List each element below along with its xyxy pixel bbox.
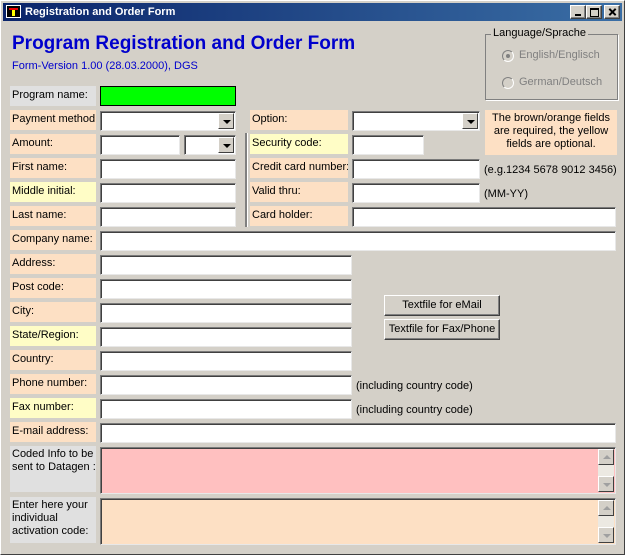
window-title: Registration and Order Form (25, 6, 176, 18)
label-address: Address: (10, 254, 96, 274)
label-fax-number: Fax number: (10, 398, 96, 418)
option-select[interactable] (352, 111, 480, 131)
scroll-down-icon[interactable] (598, 527, 614, 543)
page-title: Program Registration and Order Form (12, 33, 356, 54)
label-security-code: Security code: (250, 134, 348, 154)
radio-dot-icon[interactable] (502, 77, 514, 89)
card-holder-field[interactable] (352, 207, 616, 227)
radio-english-label: English/Englisch (519, 49, 600, 61)
coded-info-scrollbar[interactable] (598, 449, 614, 492)
column-divider (245, 133, 248, 227)
label-phone-number: Phone number: (10, 374, 96, 394)
fax-hint: (including country code) (356, 404, 473, 416)
middle-initial-field[interactable] (100, 183, 236, 203)
label-activation-code: Enter here your individual activation co… (10, 497, 96, 543)
label-program-name: Program name: (10, 86, 96, 106)
state-region-field[interactable] (100, 327, 352, 347)
email-address-field[interactable] (100, 423, 616, 443)
scroll-up-icon[interactable] (598, 449, 614, 465)
minimize-icon[interactable] (570, 5, 586, 19)
phone-number-field[interactable] (100, 375, 352, 395)
valid-thru-hint: (MM-YY) (484, 188, 528, 200)
scroll-up-icon[interactable] (598, 500, 614, 516)
label-option: Option: (250, 110, 348, 130)
label-last-name: Last name: (10, 206, 96, 226)
radio-dot-icon[interactable] (502, 50, 514, 62)
last-name-field[interactable] (100, 207, 236, 227)
label-company-name: Company name: (10, 230, 96, 250)
post-code-field[interactable] (100, 279, 352, 299)
scroll-down-icon[interactable] (598, 476, 614, 492)
label-post-code: Post code: (10, 278, 96, 298)
address-field[interactable] (100, 255, 352, 275)
radio-german[interactable]: German/Deutsch (502, 76, 612, 90)
fax-number-field[interactable] (100, 399, 352, 419)
label-payment-method: Payment method: (10, 110, 96, 130)
valid-thru-field[interactable] (352, 183, 480, 203)
company-name-field[interactable] (100, 231, 616, 251)
label-valid-thru: Valid thru: (250, 182, 348, 202)
maximize-icon[interactable] (586, 5, 602, 19)
label-card-holder: Card holder: (250, 206, 348, 226)
coded-info-textarea[interactable] (100, 447, 616, 494)
form-version: Form-Version 1.00 (28.03.2000), DGS (12, 60, 198, 72)
close-icon[interactable] (604, 5, 620, 19)
language-group-label: Language/Sprache (491, 27, 588, 39)
textfile-fax-button[interactable]: Textfile for Fax/Phone (384, 319, 500, 340)
security-code-field[interactable] (352, 135, 424, 155)
label-coded-info: Coded Info to be sent to Datagen : (10, 446, 96, 492)
program-name-field[interactable] (100, 86, 236, 106)
label-first-name: First name: (10, 158, 96, 178)
radio-german-label: German/Deutsch (519, 76, 603, 88)
label-credit-card-number: Credit card number: (250, 158, 348, 178)
card-number-hint: (e.g.1234 5678 9012 3456) (484, 164, 617, 176)
payment-method-select[interactable] (100, 111, 236, 131)
credit-card-number-field[interactable] (352, 159, 480, 179)
chevron-down-icon[interactable] (462, 113, 478, 129)
chevron-down-icon[interactable] (218, 137, 234, 153)
label-email-address: E-mail address: (10, 422, 96, 442)
required-fields-note: The brown/orange fields are required, th… (485, 110, 617, 155)
first-name-field[interactable] (100, 159, 236, 179)
chevron-down-icon[interactable] (218, 113, 234, 129)
app-icon (6, 5, 21, 18)
activation-code-textarea[interactable] (100, 498, 616, 545)
amount-field[interactable] (100, 135, 180, 155)
currency-select[interactable] (184, 135, 236, 155)
activation-code-scrollbar[interactable] (598, 500, 614, 543)
radio-english[interactable]: English/Englisch (502, 49, 612, 63)
title-bar[interactable]: Registration and Order Form (3, 3, 622, 21)
label-city: City: (10, 302, 96, 322)
label-middle-initial: Middle initial: (10, 182, 96, 202)
city-field[interactable] (100, 303, 352, 323)
phone-hint: (including country code) (356, 380, 473, 392)
textfile-email-button[interactable]: Textfile for eMail (384, 295, 500, 316)
label-amount: Amount: (10, 134, 96, 154)
language-group: Language/Sprache English/Englisch German… (485, 27, 618, 100)
label-state-region: State/Region: (10, 326, 96, 346)
country-field[interactable] (100, 351, 352, 371)
label-country: Country: (10, 350, 96, 370)
